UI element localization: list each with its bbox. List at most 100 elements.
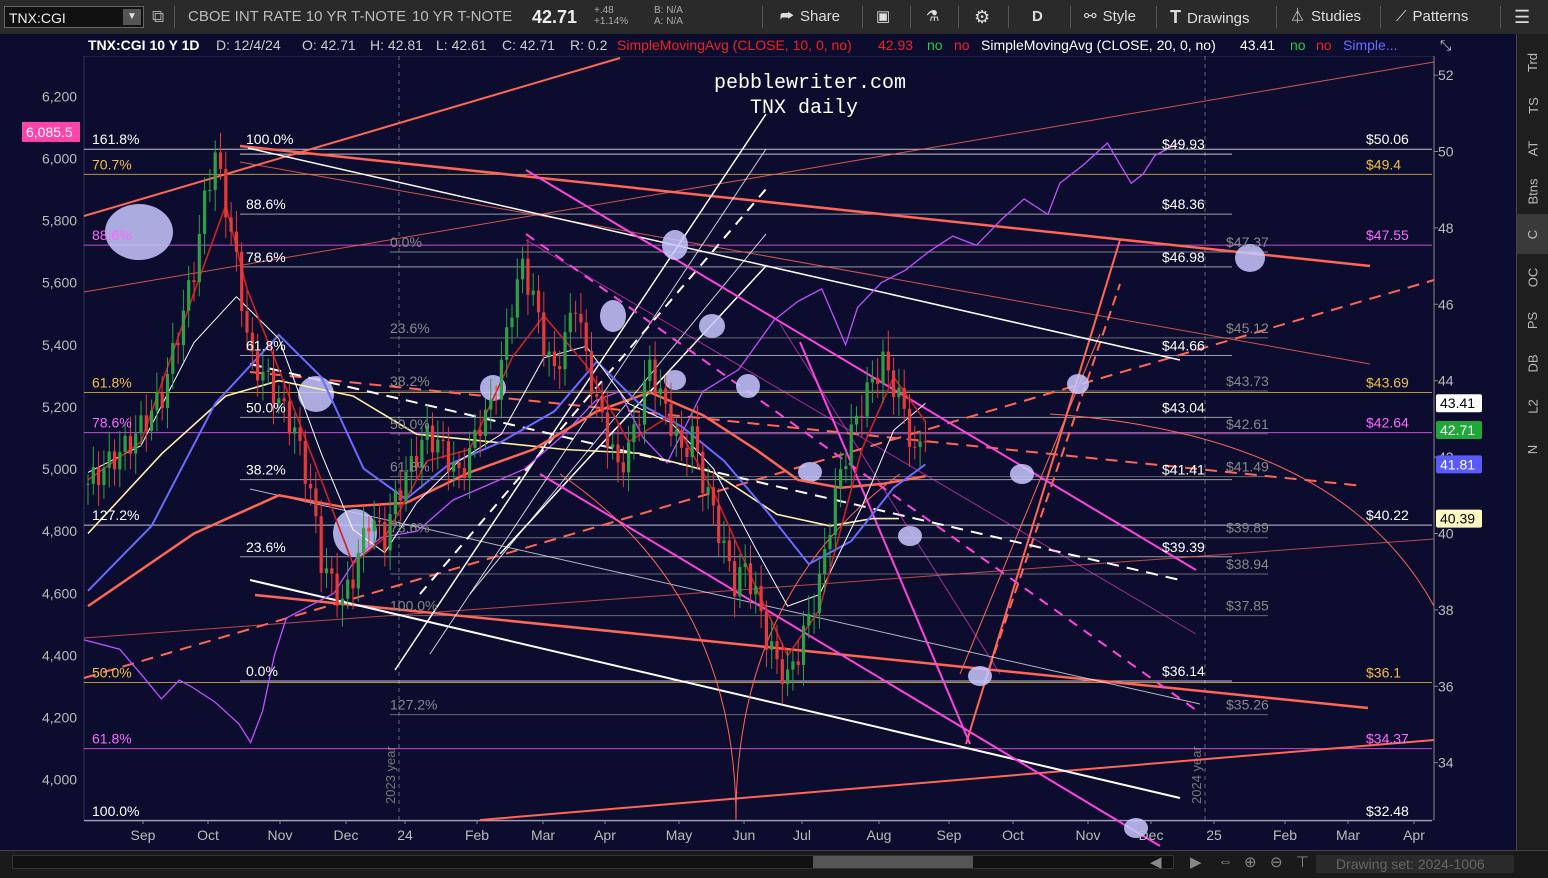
scroll-right-icon[interactable]: ▶ [1190, 853, 1202, 871]
fib-price-label: $47.37 [1226, 234, 1269, 250]
left-tick-label: 5,200 [42, 399, 77, 415]
price-chart[interactable]: 2023 year 2024 year 161.8% 70.7% 88.6% 88.6%… [0, 34, 1516, 850]
candle-body [759, 585, 763, 612]
patterns-button[interactable]: ⟋ Patterns [1396, 0, 1468, 34]
collapse-icon[interactable]: ⤡ [1440, 37, 1451, 53]
share-button[interactable]: ⮫ Share [780, 0, 840, 34]
candle-body [229, 217, 233, 232]
fib-percent-label: 100.0% [246, 131, 293, 147]
more-studies-label[interactable]: Simple... [1343, 37, 1397, 53]
gear-icon[interactable]: ⚙ [974, 0, 990, 34]
menu-icon[interactable]: ☰ [1514, 0, 1530, 34]
fib-price-label: $34.37 [1366, 731, 1409, 747]
y-tick-label: 48 [1438, 220, 1454, 236]
zoom-out-icon[interactable]: ⊖ [1270, 853, 1283, 871]
side-tab-oc[interactable]: OC [1517, 257, 1548, 297]
fib-percent-label: 50.0% [246, 399, 286, 415]
side-tab-l2[interactable]: L2 [1517, 386, 1548, 426]
side-tab-c[interactable]: C [1517, 214, 1548, 254]
candle-body [245, 311, 249, 333]
x-tick-label: Feb [1273, 827, 1297, 843]
y-tick-label: 50 [1438, 144, 1454, 160]
side-tab-ts[interactable]: TS [1517, 85, 1548, 125]
symbol-input[interactable]: TNX:CGI ▼ [4, 6, 144, 28]
scrollbar-thumb[interactable] [813, 856, 973, 868]
candle-body [123, 435, 127, 452]
chart-settings-icon[interactable]: ▣ [876, 0, 890, 34]
link-icon[interactable]: ⧉ [152, 0, 164, 34]
candle-body [579, 313, 583, 323]
candle-body [780, 659, 784, 685]
symbol-text: TNX:CGI [9, 10, 66, 26]
candle-body [627, 442, 631, 473]
period-button[interactable]: D [1032, 0, 1043, 34]
left-tick-label: 4,200 [42, 710, 77, 726]
side-tab-trd[interactable]: Trd [1517, 42, 1548, 82]
candle-body [881, 351, 885, 384]
zoom-area-icon[interactable]: ⊕ [1244, 853, 1257, 871]
candle-body [849, 424, 853, 467]
chevron-down-icon[interactable]: ▼ [123, 9, 141, 25]
side-tab-label: C [1525, 229, 1541, 239]
side-tab-btns[interactable]: Btns [1517, 171, 1548, 211]
candle-body [727, 540, 731, 562]
x-tick-label: Sep [131, 827, 156, 843]
x-tick-label: Oct [197, 827, 219, 843]
y-tick-label: 36 [1438, 678, 1454, 694]
x-tick-label: Mar [531, 827, 555, 843]
candle-body [860, 415, 864, 417]
header-range: R: 0.2 [570, 37, 608, 53]
highlight-bubble [898, 526, 922, 546]
scroll-left-icon[interactable]: ◀ [1150, 853, 1162, 871]
drawing-set-select[interactable]: Drawing set: 2024-1006 [1316, 855, 1514, 873]
candle-body [452, 462, 456, 472]
candle-body [112, 451, 117, 470]
candle-body [748, 563, 753, 595]
time-scrollbar[interactable] [12, 855, 1174, 869]
fib-price-label: $37.85 [1226, 598, 1269, 614]
left-tick-label: 4,400 [42, 647, 77, 663]
side-tab-db[interactable]: DB [1517, 343, 1548, 383]
side-tab-ps[interactable]: PS [1517, 300, 1548, 340]
candle-body [91, 467, 95, 484]
expand-icon[interactable]: ⇔ [1218, 853, 1233, 870]
header-close: C: 42.71 [502, 37, 555, 53]
sma20-label[interactable]: SimpleMovingAvg (CLOSE, 20, 0, no) [981, 37, 1216, 53]
candle-body [192, 280, 196, 283]
candle-body [854, 415, 859, 425]
side-tab-label: OC [1525, 267, 1541, 287]
candle-body [642, 380, 647, 425]
candle-body [489, 399, 493, 410]
left-tick-label: 5,400 [42, 337, 77, 353]
candle-body [144, 415, 148, 431]
x-tick-label: May [666, 827, 692, 843]
candle-body [680, 430, 684, 448]
fib-price-label: $43.69 [1366, 375, 1409, 391]
side-tab-n[interactable]: N [1517, 429, 1548, 469]
style-button[interactable]: ⚯ Style [1084, 0, 1136, 34]
drawings-button[interactable]: T Drawings [1170, 0, 1250, 34]
sma10-label[interactable]: SimpleMovingAvg (CLOSE, 10, 0, no) [617, 37, 852, 53]
candle-body [907, 408, 912, 447]
candle-body [754, 585, 758, 595]
flask-icon[interactable]: ⚗ [926, 0, 939, 34]
candle-body [653, 359, 657, 395]
bid-value: B: N/A [654, 5, 683, 16]
studies-button[interactable]: ⏃ Studies [1290, 0, 1361, 34]
sma20-flag-2: no [1316, 37, 1332, 53]
fib-price-label: $42.61 [1226, 416, 1269, 432]
fib-price-label: $47.55 [1366, 227, 1409, 243]
left-tick-label: 6,000 [42, 150, 77, 166]
y-tick-label: 46 [1438, 296, 1454, 312]
candle-body [256, 351, 260, 381]
candle-body [786, 669, 790, 685]
symbol-description: CBOE INT RATE 10 YR T-NOTE [188, 8, 407, 25]
candle-body [574, 312, 578, 314]
candle-body [812, 613, 816, 615]
fib-percent-label: 88.6% [246, 196, 286, 212]
candle-body [595, 394, 599, 397]
bottom-bar: ◀ ▶ ⇔ ⊕ ⊖ ⊤ Drawing set: 2024-1006 [0, 850, 1548, 878]
reset-icon[interactable]: ⊤ [1296, 853, 1309, 871]
side-tab-at[interactable]: AT [1517, 128, 1548, 168]
fib-percent-label: 38.2% [246, 462, 286, 478]
